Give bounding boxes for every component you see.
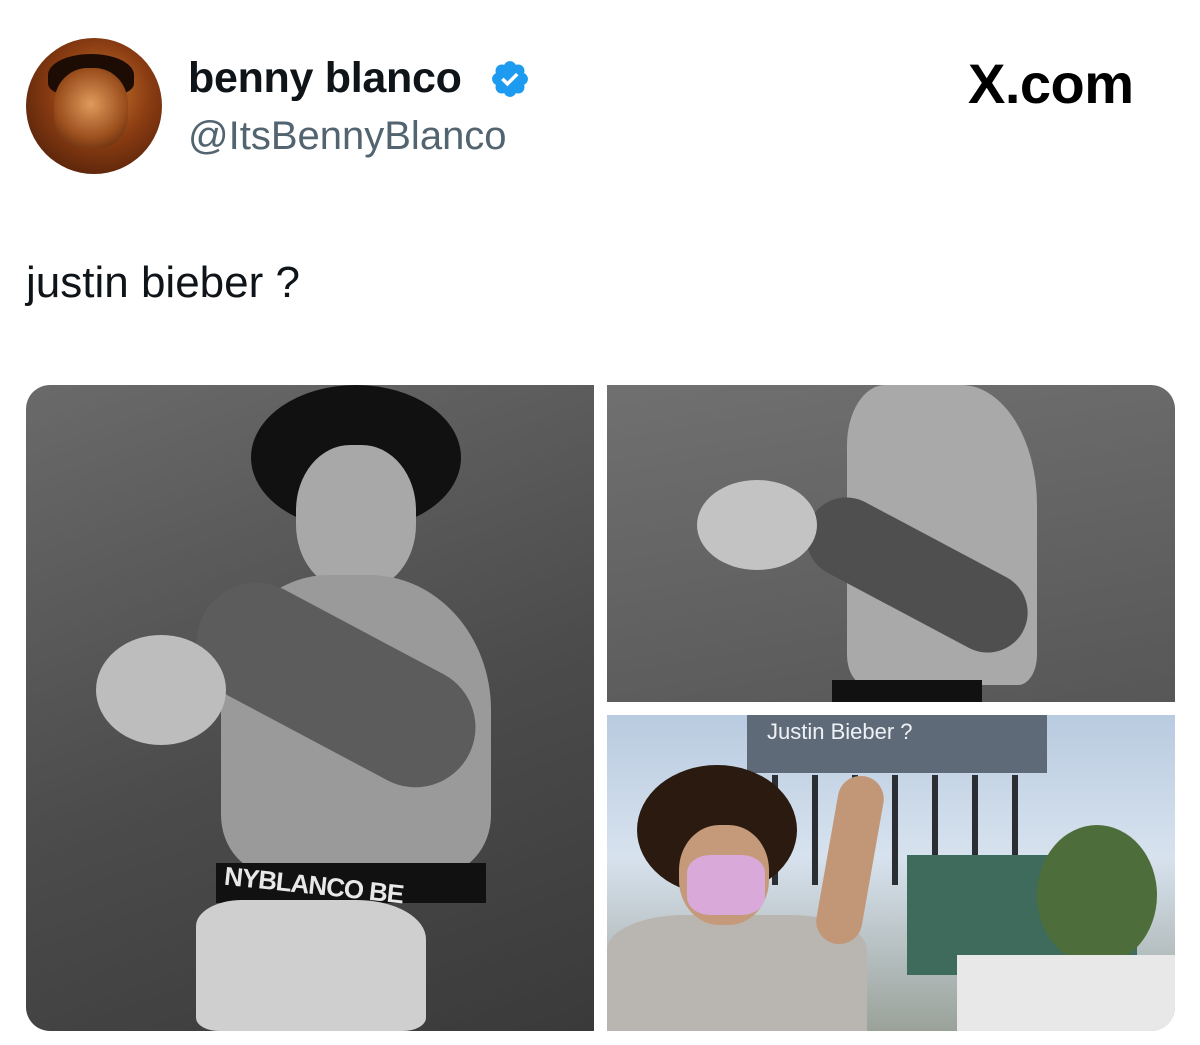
media-photo-billboard[interactable]: Justin Bieber ?	[607, 715, 1175, 1031]
photo-figure-face	[296, 445, 416, 590]
photo-shorts	[196, 900, 426, 1031]
photo-waistband	[832, 680, 982, 702]
media-grid: NYBLANCO BE Justin Bieber ?	[26, 385, 1175, 1031]
photo-truck	[957, 955, 1175, 1031]
tweet-text: justin bieber ?	[26, 258, 300, 307]
photo-tree	[1037, 825, 1157, 965]
photo-billboard-text: Justin Bieber ?	[767, 719, 913, 744]
author-display-name[interactable]: benny blanco	[188, 52, 462, 104]
author-avatar[interactable]	[26, 38, 162, 174]
x-logo: X.com	[968, 52, 1134, 115]
photo-figure-hands	[697, 480, 817, 570]
photo-figure-hands	[96, 635, 226, 745]
media-photo-original-ad[interactable]	[607, 385, 1175, 702]
media-photo-underwear-ad[interactable]: NYBLANCO BE	[26, 385, 594, 1031]
photo-person-mask	[687, 855, 765, 915]
author-handle[interactable]: @ItsBennyBlanco	[188, 112, 507, 160]
verified-badge-icon	[492, 61, 528, 97]
avatar-face	[54, 68, 128, 148]
